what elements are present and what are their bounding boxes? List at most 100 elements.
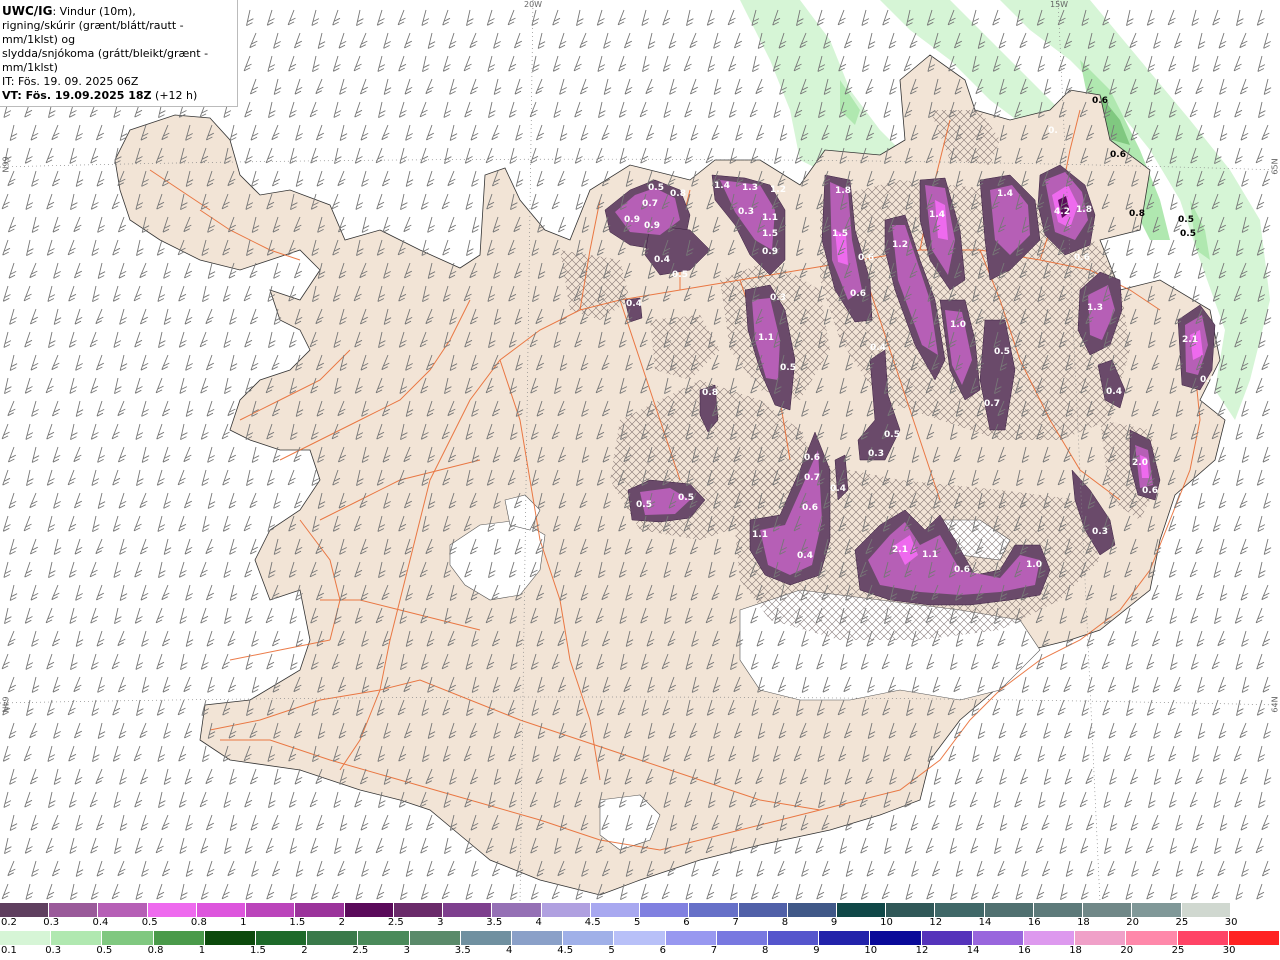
legend-swatch	[886, 903, 936, 917]
legend-swatch	[51, 931, 103, 945]
legend-swatch	[1177, 931, 1229, 945]
legend-swatch	[768, 931, 820, 945]
precip-value-label: 0.6	[1074, 253, 1090, 263]
legend-swatch	[541, 903, 591, 917]
precip-value-label: 0.3	[1092, 527, 1108, 537]
legend-swatch	[102, 931, 154, 945]
legend-swatch	[409, 931, 461, 945]
precip-value-label: 0.5	[678, 493, 694, 503]
legend-swatch	[1024, 931, 1076, 945]
legend-label: 0.5	[96, 945, 113, 956]
legend-label: 10	[880, 917, 893, 928]
legend-label: 1.5	[250, 945, 266, 956]
precip-value-label: 0.6	[1142, 486, 1158, 496]
precip-value-label: 1.4	[997, 189, 1013, 199]
precip-value-label: 0.6	[804, 453, 820, 463]
lat-label-66n: 66N	[0, 156, 10, 173]
legend-label: 1	[198, 945, 206, 956]
legend-swatch	[1132, 903, 1182, 917]
legend-swatch	[153, 931, 205, 945]
precip-value-label: 1.0	[950, 320, 966, 330]
precip-value-label: 0.6	[1200, 375, 1216, 385]
precip-value-label: 1.8	[1076, 205, 1092, 215]
snow-legend-labels: 0.2 0.3 0.4 0.5 0.8 1 1.5 2 2.5 3 3.5 4 4.5 5 6 7 8 9 10 12…	[0, 917, 1280, 929]
header-line1: : Vindur (10m),	[52, 5, 136, 18]
legend-label: 7	[710, 945, 718, 956]
precip-value-label: 0.7	[804, 473, 820, 483]
precip-value-label: 0.4	[797, 551, 813, 561]
precip-value-label: 2.0	[1132, 458, 1148, 468]
precip-value-label: 0.3	[738, 207, 754, 217]
legend-label: 12	[915, 945, 929, 956]
precip-value-label: 0.5	[780, 363, 796, 373]
legend-swatch	[640, 903, 690, 917]
legend-swatch	[0, 903, 50, 917]
precip-value-label: 1.5	[832, 229, 848, 239]
precip-value-label: 1.5	[762, 229, 778, 239]
legend-label: 25	[1175, 917, 1189, 928]
precip-value-label: 4.2	[1054, 207, 1070, 217]
legend-label: 10	[864, 945, 878, 956]
legend-swatch	[738, 903, 788, 917]
legend-swatch	[147, 903, 197, 917]
precip-value-label: 0.5	[672, 270, 688, 280]
legend-label: 14	[966, 945, 980, 956]
initial-time: IT: Fös. 19. 09. 2025 06Z	[2, 75, 139, 88]
legend-swatch	[256, 931, 308, 945]
precip-value-label: 0.7	[642, 199, 658, 209]
legend-swatch	[295, 903, 345, 917]
legend-swatch	[614, 931, 666, 945]
legend-label: 30	[1224, 917, 1238, 928]
precip-value-label: 0.9	[762, 247, 778, 257]
legend-label: 30	[1222, 945, 1236, 956]
legend-label: 1	[240, 917, 247, 928]
legend-label: 7	[732, 917, 739, 928]
legend-swatch	[512, 931, 564, 945]
precip-value-label: 0.5	[884, 430, 900, 440]
legend-label: 9	[830, 917, 838, 928]
legend-label: 20	[1126, 917, 1140, 928]
legend-swatch	[98, 903, 148, 917]
precip-value-label: 1.3	[1087, 303, 1103, 313]
precip-value-label: 1.1	[922, 550, 938, 560]
legend-label: 9	[813, 945, 820, 956]
legend-swatch	[246, 903, 296, 917]
precip-value-label: 1.4	[929, 210, 945, 220]
precip-value-label: 1.3	[742, 183, 758, 193]
legend-swatch	[716, 931, 769, 945]
map-header: UWC/IG: Vindur (10m), rigning/skúrir (gr…	[0, 0, 238, 107]
legend-swatch	[921, 931, 973, 945]
legend-swatch	[1181, 903, 1231, 917]
weather-map: 0.50.70.90.90.80.40.51.4 1.3 1.20.31.11.50…	[0, 0, 1280, 902]
legend-label: 6	[659, 945, 666, 956]
precip-value-label: 1.1	[762, 213, 778, 223]
legend-label: 0.8	[147, 945, 164, 956]
legend-label: 5	[634, 917, 641, 928]
legend-swatch	[984, 903, 1034, 917]
precip-value-label: 1.2	[892, 240, 908, 250]
precip-value-label: 0.5	[1178, 215, 1194, 225]
header-line2: rigning/skúrir (grænt/blátt/rautt - mm/1…	[2, 19, 184, 46]
precip-value-label: 1.1	[752, 530, 768, 540]
precip-value-label: 2.1	[892, 545, 908, 555]
precip-value-label: 0.	[1048, 126, 1058, 136]
legend-swatch	[49, 903, 99, 917]
precip-value-label: 0.4	[1106, 387, 1122, 397]
precip-value-label: 0.5	[1180, 229, 1196, 239]
legend-label: 20	[1120, 945, 1134, 956]
legend-swatch	[358, 931, 410, 945]
precip-value-label: 1.1	[758, 333, 774, 343]
legend-label: 0.3	[43, 917, 60, 928]
precip-value-label: 1.8	[835, 186, 851, 196]
precip-value-label: 0.4	[870, 343, 886, 353]
legend-swatch	[689, 903, 739, 917]
precip-value-label: 0.7	[984, 399, 1000, 409]
legend-swatch	[935, 903, 985, 917]
precip-value-label: 0.6	[954, 565, 970, 575]
legend-swatch	[819, 931, 871, 945]
precip-value-label: 0.9	[624, 215, 640, 225]
lon-label-15w: 15W	[1050, 0, 1069, 9]
legend-swatch	[972, 931, 1025, 945]
legend-swatch	[393, 903, 444, 917]
precip-value-label: 0.6	[850, 289, 866, 299]
